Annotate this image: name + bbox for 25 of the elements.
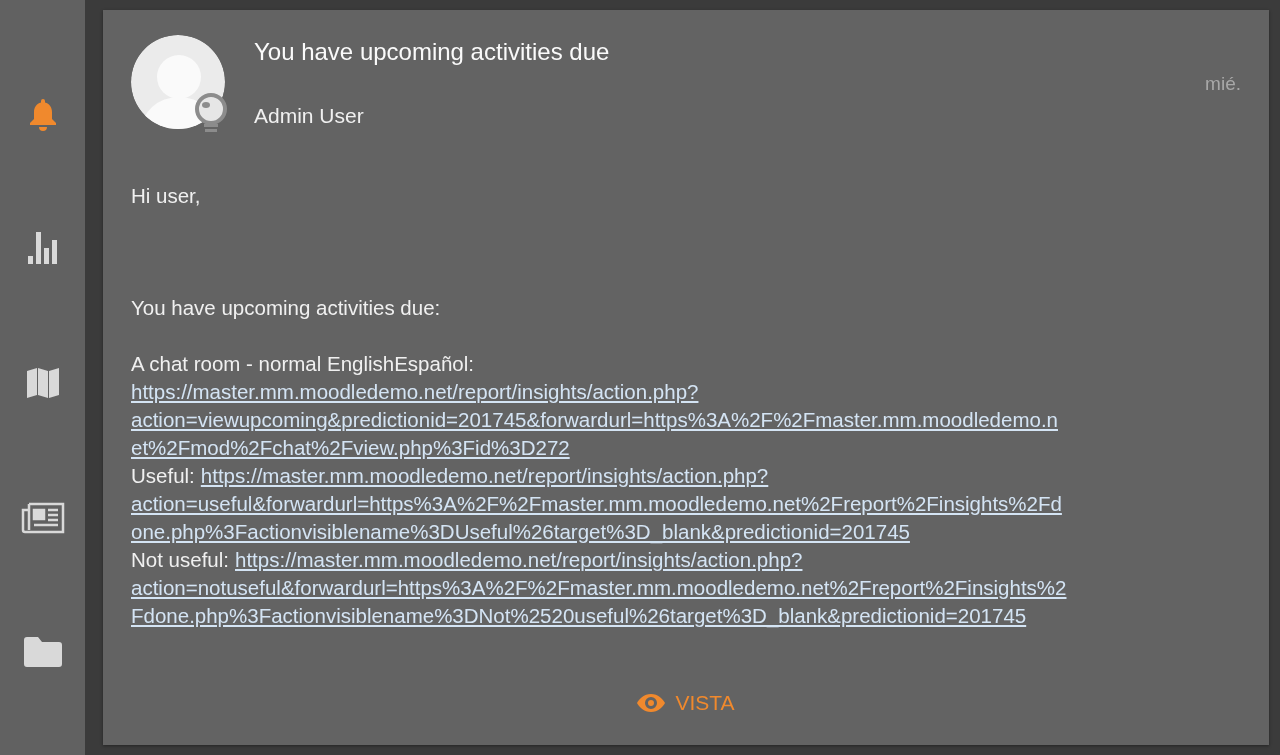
- folder-icon: [23, 637, 62, 667]
- url-link[interactable]: et%2Fmod%2Fchat%2Fview.php%3Fid%3D272: [131, 436, 570, 459]
- message-text: You have upcoming activities due:: [131, 296, 441, 319]
- url-link[interactable]: action=viewupcoming&predictionid=201745&forwardurl=https%3A%2F%2Fmaster.mm.moodledemo.n: [131, 408, 1058, 431]
- sender-name: Admin User: [254, 104, 365, 128]
- notification-date: mié.: [1205, 73, 1241, 95]
- eye-icon: [637, 694, 666, 712]
- url-link[interactable]: action=notuseful&forwardurl=https%3A%2F%2Fmaster.mm.moodledemo.net%2Freport%2Finsights%2: [131, 576, 1067, 599]
- url-link[interactable]: https://master.mm.moodledemo.net/report/insights/action.php?: [200, 464, 769, 487]
- link-label: Useful:: [131, 464, 195, 487]
- url-link[interactable]: https://master.mm.moodledemo.net/report/insights/action.php?: [235, 548, 803, 571]
- view-button[interactable]: VISTA: [629, 687, 743, 719]
- url-link[interactable]: action=useful&forwardurl=https%3A%2F%2Fmaster.mm.moodledemo.net%2Freport%2Finsights%2Fd: [131, 492, 1062, 515]
- message-text: A chat room - normal EnglishEspañol:: [131, 352, 474, 375]
- link-label: Not useful:: [131, 548, 229, 571]
- bell-icon: [27, 97, 58, 131]
- newspaper-icon: [20, 502, 65, 534]
- bar-chart-icon: [27, 232, 58, 264]
- url-link[interactable]: Fdone.php%3Factionvisiblename%3DNot%2520useful%26target%3D_blank&predictionid=201745: [131, 604, 1027, 627]
- message-text: Hi user,: [131, 184, 201, 207]
- notification-title: You have upcoming activities due: [254, 38, 610, 66]
- map-icon: [26, 367, 59, 399]
- url-link[interactable]: https://master.mm.moodledemo.net/report/insights/action.php?: [131, 380, 699, 403]
- url-link[interactable]: one.php%3Factionvisiblename%3DUseful%26target%3D_blank&predictionid=201745: [131, 520, 910, 543]
- lightbulb-icon: [193, 93, 229, 135]
